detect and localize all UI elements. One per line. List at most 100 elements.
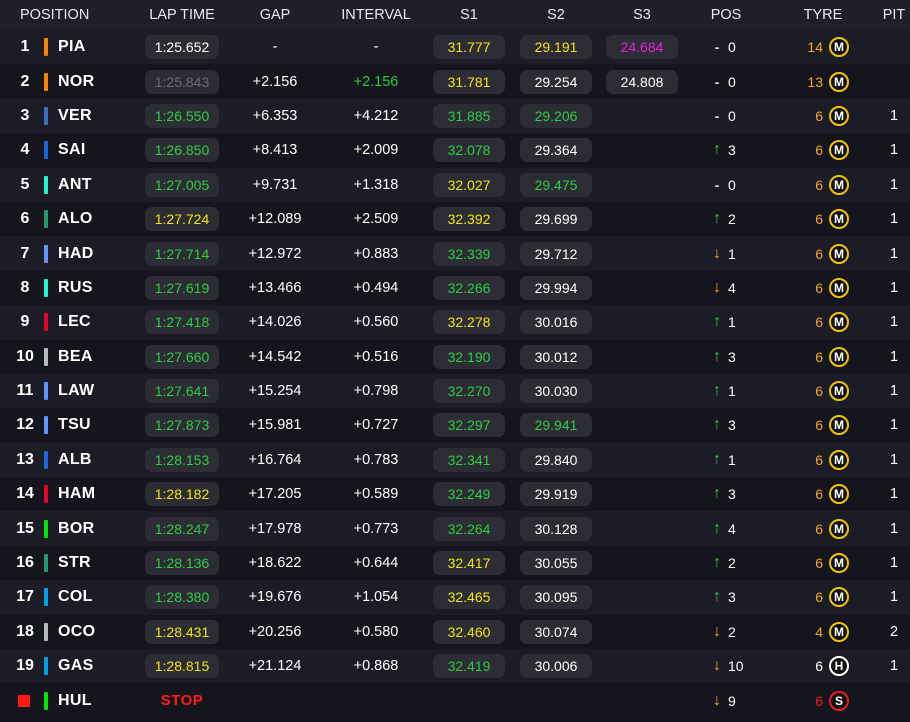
lap-time-cell: 1:27.418	[140, 310, 224, 335]
table-row[interactable]: 8 RUS 1:27.619 +13.466 +0.494 32.266 29.994 ↓ 4 6…	[0, 270, 910, 306]
s2-pill: 30.006	[520, 654, 592, 679]
driver-code: ALB	[58, 450, 92, 468]
table-row[interactable]: HUL STOP ↓ 9 6 S	[0, 683, 910, 718]
table-row[interactable]: 11 LAW 1:27.641 +15.254 +0.798 32.270 30.030 ↑ 1…	[0, 373, 910, 409]
lap-time-pill: 1:27.418	[145, 310, 219, 335]
table-row[interactable]: 7 HAD 1:27.714 +12.972 +0.883 32.339 29.712 ↓ 1 6…	[0, 236, 910, 271]
interval-value: +0.868	[353, 658, 399, 675]
gap-value: -	[272, 39, 278, 56]
header-pit[interactable]: PIT	[878, 7, 910, 23]
table-row[interactable]: 19 GAS 1:28.815 +21.124 +0.868 32.419 30.006 ↓ 1…	[0, 649, 910, 684]
s1-pill: 32.417	[433, 551, 505, 576]
driver-cell: 4 SAI	[0, 141, 140, 160]
table-row[interactable]: 5 ANT 1:27.005 +9.731 +1.318 32.027 29.475-0 6 M…	[0, 167, 910, 202]
table-row[interactable]: 13 ALB 1:28.153 +16.764 +0.783 32.341 29.840 ↑ 1…	[0, 442, 910, 478]
arrow-down-icon: ↓	[713, 244, 721, 262]
driver-cell: 9 LEC	[0, 313, 140, 332]
interval-cell: +0.883	[326, 246, 426, 262]
table-row[interactable]: 12 TSU 1:27.873 +15.981 +0.727 32.297 29.941 ↑ 3…	[0, 408, 910, 443]
s1-cell: 32.341	[426, 447, 512, 472]
table-row[interactable]: 3 VER 1:26.550 +6.353 +4.212 31.885 29.206-0 6 M…	[0, 98, 910, 134]
lap-time-cell: 1:27.641	[140, 379, 224, 404]
lap-time-cell: 1:26.550	[140, 103, 224, 128]
no-change-icon: -	[714, 107, 720, 124]
s2-cell: 29.994	[512, 275, 600, 300]
tyre-cell: 14 M	[768, 37, 878, 58]
driver-code: RUS	[58, 278, 93, 296]
gap-value: +19.676	[248, 589, 302, 606]
tyre-laps: 6	[815, 107, 823, 124]
interval-value: -	[373, 39, 379, 56]
s2-pill: 29.840	[520, 447, 592, 472]
driver-cell: 6 ALO	[0, 210, 140, 229]
s2-cell: 29.840	[512, 447, 600, 472]
tyre-cell: 6H	[768, 656, 878, 677]
lap-time-pill: 1:25.652	[145, 35, 219, 60]
arrow-up-icon: ↑	[713, 416, 721, 434]
table-row[interactable]: 2 NOR 1:25.843 +2.156 +2.156 31.781 29.254 24.8…	[0, 64, 910, 99]
s3-pill: 24.684	[606, 35, 678, 60]
s1-pill: 31.781	[433, 69, 505, 94]
driver-cell: 15 BOR	[0, 519, 140, 538]
table-row[interactable]: 14 HAM 1:28.182 +17.205 +0.589 32.249 29.919 ↑ 3…	[0, 477, 910, 512]
medium-tyre-icon: M	[829, 621, 849, 642]
s2-cell: 30.074	[512, 619, 600, 644]
arrow-down-icon: ↓	[713, 657, 721, 675]
position-change-value: 10	[728, 658, 744, 675]
header-position[interactable]: POSITION	[0, 7, 140, 23]
table-row[interactable]: 16 STR 1:28.136 +18.622 +0.644 32.417 30.055 ↑ 2…	[0, 545, 910, 581]
tyre-laps: 6	[815, 555, 823, 572]
table-row[interactable]: 6 ALO 1:27.724 +12.089 +2.509 32.392 29.699 ↑ 2 6…	[0, 201, 910, 237]
pit-count: 1	[889, 279, 899, 296]
arrow-up-icon: ↑	[713, 313, 721, 331]
position-change-cell: -0	[684, 108, 768, 124]
header-s3[interactable]: S3	[600, 7, 684, 23]
position-change-value: 4	[728, 279, 736, 296]
arrow-up-icon: ↑	[713, 450, 721, 468]
s1-pill: 32.190	[433, 344, 505, 369]
table-row[interactable]: 17 COL 1:28.380 +19.676 +1.054 32.465 30.095 ↑ 3…	[0, 580, 910, 615]
gap-value: +6.353	[252, 107, 298, 124]
lap-time-cell: 1:28.136	[140, 551, 224, 576]
header-lap-time[interactable]: LAP TIME	[140, 7, 224, 23]
driver-cell: 14 HAM	[0, 485, 140, 504]
table-row[interactable]: 1 PIA 1:25.652- -31.777 29.191 24.684-0 14 M	[0, 30, 910, 65]
position-number: 18	[16, 622, 34, 640]
table-row[interactable]: 4 SAI 1:26.850 +8.413 +2.009 32.078 29.364 ↑ 3 6 M…	[0, 133, 910, 168]
position-change-value: 0	[728, 176, 736, 193]
driver-cell: 10 BEA	[0, 347, 140, 366]
tyre-cell: 6M	[768, 449, 878, 470]
header-gap[interactable]: GAP	[224, 7, 326, 23]
table-row[interactable]: 10 BEA 1:27.660 +14.542 +0.516 32.190 30.012 ↑ 3…	[0, 339, 910, 374]
header-tyre[interactable]: TYRE	[768, 7, 878, 23]
header-pos-change[interactable]: POS	[684, 7, 768, 23]
tyre-cell: 6M	[768, 277, 878, 298]
interval-value: +0.798	[353, 383, 399, 400]
position-number: 6	[20, 210, 30, 228]
position-change-cell: ↑ 4	[684, 520, 768, 538]
tyre-laps: 4	[815, 623, 823, 640]
s1-cell: 32.270	[426, 379, 512, 404]
interval-cell: +0.773	[326, 521, 426, 537]
soft-tyre-icon: S	[829, 690, 849, 711]
table-row[interactable]: 9 LEC 1:27.418 +14.026 +0.560 32.278 30.016 ↑ 1 6…	[0, 305, 910, 340]
header-interval[interactable]: INTERVAL	[326, 7, 426, 23]
interval-cell: +0.589	[326, 486, 426, 502]
s1-pill: 32.027	[433, 172, 505, 197]
lap-time-cell: 1:27.873	[140, 413, 224, 438]
driver-code: VER	[58, 106, 92, 124]
arrow-up-icon: ↑	[713, 210, 721, 228]
header-s1[interactable]: S1	[426, 7, 512, 23]
pit-count: 2	[889, 623, 899, 640]
table-row[interactable]: 15 BOR 1:28.247 +17.978 +0.773 32.264 30.128 ↑ 4…	[0, 511, 910, 546]
gap-value: +20.256	[248, 623, 302, 640]
lap-time-pill: 1:27.660	[145, 344, 219, 369]
s2-cell: 29.712	[512, 241, 600, 266]
interval-value: +1.318	[353, 176, 399, 193]
position-change-cell: ↓ 2	[684, 623, 768, 641]
s1-pill: 32.339	[433, 241, 505, 266]
pit-cell: 1	[878, 452, 910, 468]
header-s2[interactable]: S2	[512, 7, 600, 23]
table-row[interactable]: 18 OCO 1:28.431 +20.256 +0.580 32.460 30.074 ↓ 2…	[0, 614, 910, 650]
tyre-laps: 14	[807, 39, 823, 56]
